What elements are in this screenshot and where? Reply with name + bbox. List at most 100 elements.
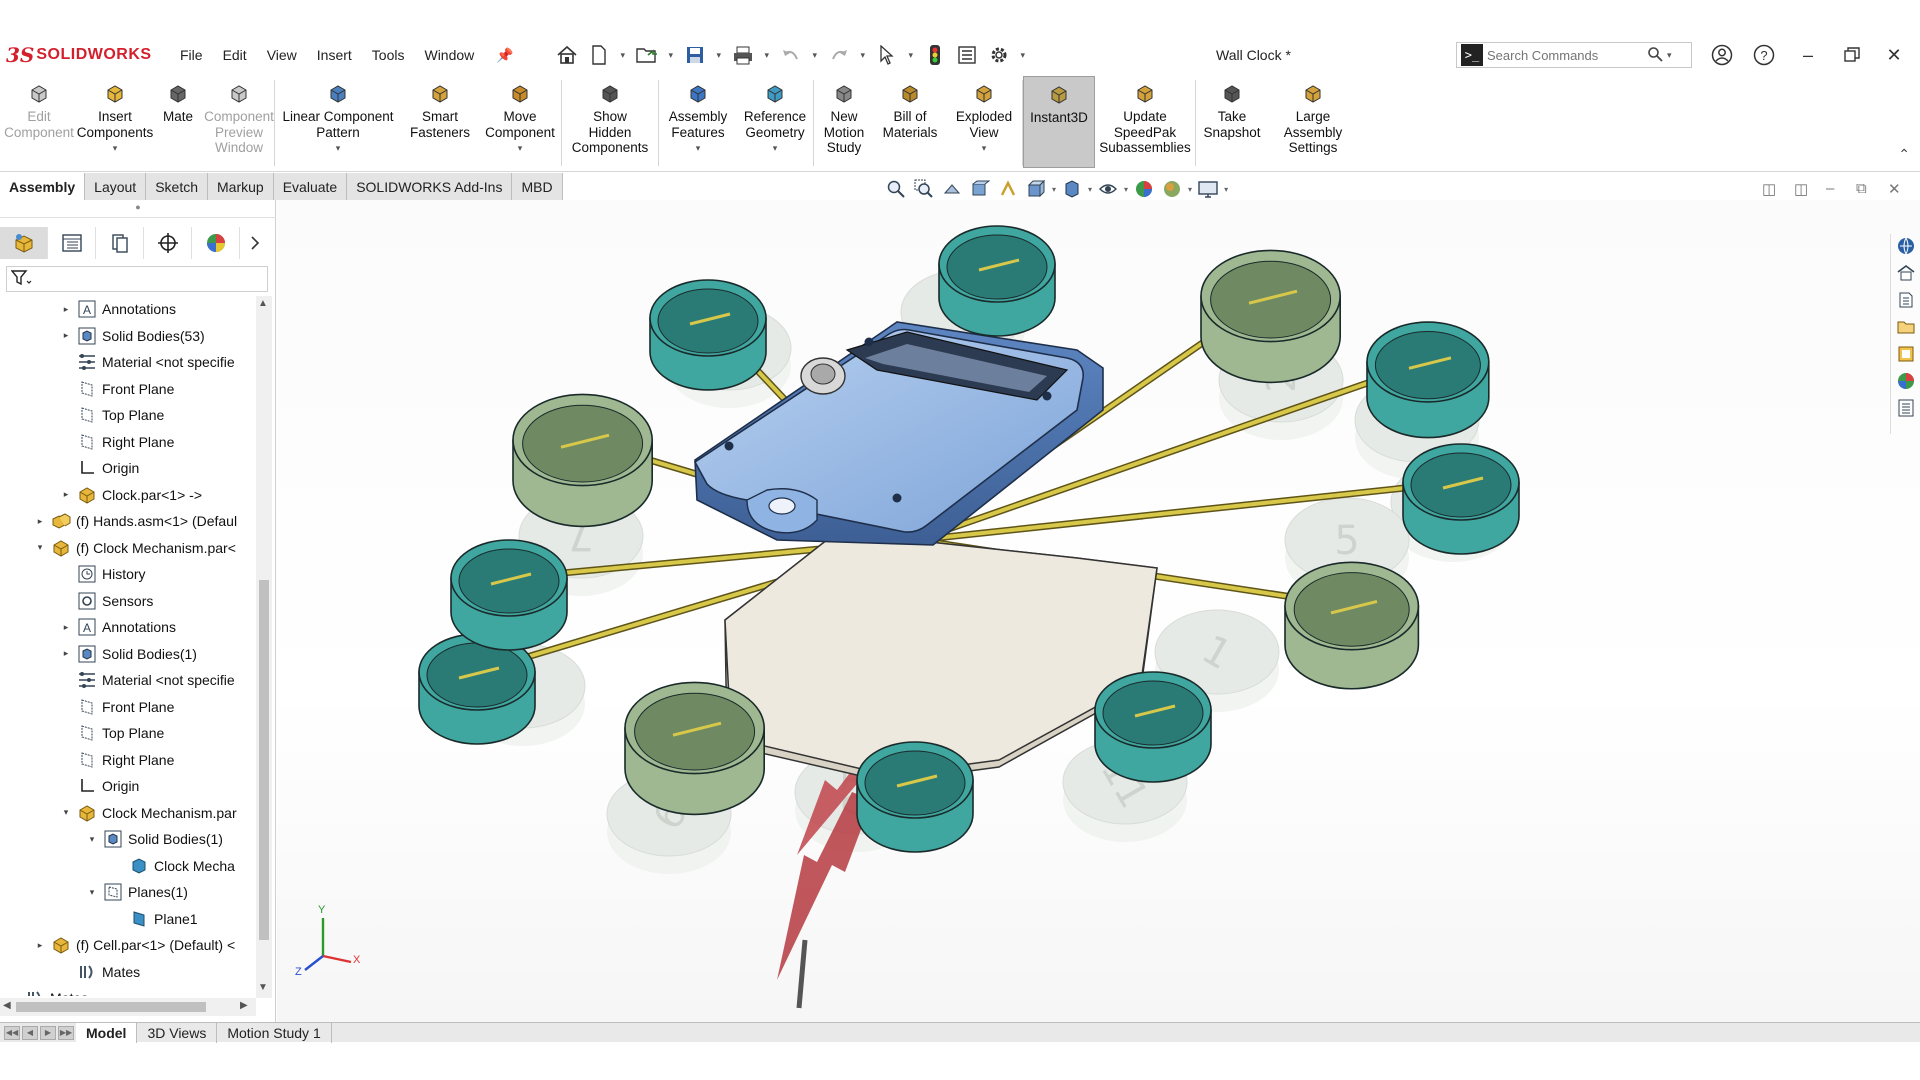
- scroll-up-icon[interactable]: ▲: [258, 298, 268, 309]
- menu-view[interactable]: View: [257, 47, 307, 63]
- tree-item[interactable]: ▾ Solid Bodies(1): [86, 826, 223, 852]
- tree-item[interactable]: Mates: [60, 959, 140, 985]
- menu-tools[interactable]: Tools: [362, 47, 415, 63]
- expand-arrow-icon[interactable]: ▸: [60, 622, 72, 633]
- options-dropdown-icon[interactable]: ▾: [1018, 50, 1028, 61]
- take-snapshot-button[interactable]: Take Snapshot: [1196, 76, 1268, 168]
- previous-tab-icon[interactable]: ◀: [22, 1025, 38, 1040]
- new-dropdown-icon[interactable]: ▾: [618, 50, 628, 61]
- zoom-to-area-icon[interactable]: [912, 178, 936, 200]
- apply-scene-icon[interactable]: [1160, 178, 1184, 200]
- view-settings-dropdown-icon[interactable]: ▾: [1224, 185, 1228, 194]
- featuremanager-tree-icon[interactable]: [0, 227, 48, 259]
- previous-view-icon[interactable]: [940, 178, 964, 200]
- clock-cup[interactable]: [649, 279, 767, 391]
- clock-cup[interactable]: [1284, 561, 1420, 690]
- tree-item[interactable]: Material <not specifie: [60, 349, 235, 375]
- tab-assembly[interactable]: Assembly: [0, 173, 86, 200]
- expand-arrow-icon[interactable]: ▸: [34, 940, 46, 951]
- dropdown-arrow-icon[interactable]: ▾: [696, 141, 701, 157]
- tab-motion-study-1[interactable]: Motion Study 1: [217, 1022, 332, 1043]
- select-dropdown-icon[interactable]: ▾: [906, 50, 916, 61]
- search-commands-input[interactable]: [1487, 47, 1647, 63]
- new-motion-study-button[interactable]: New Motion Study: [814, 76, 874, 168]
- menu-insert[interactable]: Insert: [307, 47, 362, 63]
- tree-item[interactable]: Mates: [8, 985, 88, 996]
- zoom-to-fit-icon[interactable]: [884, 178, 908, 200]
- configurationmanager-icon[interactable]: [96, 227, 144, 259]
- tree-vertical-scrollbar[interactable]: ▲ ▼: [256, 296, 272, 998]
- save-dropdown-icon[interactable]: ▾: [714, 50, 724, 61]
- viewport-restore-icon[interactable]: ⧉: [1856, 180, 1867, 197]
- tab-solidworks-addins[interactable]: SOLIDWORKS Add-Ins: [347, 173, 513, 200]
- tree-item[interactable]: ▸ (f) Hands.asm<1> (Defaul: [34, 508, 237, 534]
- tree-item[interactable]: Origin: [60, 455, 139, 481]
- solidworks-logo[interactable]: 3S SOLIDWORKS: [6, 43, 166, 67]
- view-orientation-dropdown-icon[interactable]: ▾: [1052, 185, 1056, 194]
- help-icon[interactable]: ?: [1748, 40, 1780, 70]
- close-icon[interactable]: ✕: [1878, 40, 1910, 70]
- collapse-arrow-icon[interactable]: ▾: [34, 542, 46, 553]
- clock-cup[interactable]: [1366, 321, 1490, 439]
- save-icon[interactable]: [682, 42, 708, 68]
- clock-cup[interactable]: [1200, 249, 1341, 384]
- tree-item[interactable]: History: [60, 561, 146, 587]
- tab-evaluate[interactable]: Evaluate: [273, 173, 348, 200]
- dropdown-arrow-icon[interactable]: ▾: [336, 141, 341, 157]
- tree-horizontal-scrollbar[interactable]: ◀ ▶: [0, 998, 256, 1016]
- scroll-right-icon[interactable]: ▶: [240, 1000, 248, 1011]
- open-dropdown-icon[interactable]: ▾: [666, 50, 676, 61]
- restore-icon[interactable]: [1836, 40, 1868, 70]
- search-commands-box[interactable]: >_ ▾: [1456, 42, 1692, 68]
- search-icon[interactable]: [1647, 46, 1663, 65]
- assembly-features-button[interactable]: Assembly Features ▾: [659, 76, 737, 168]
- scroll-left-icon[interactable]: ◀: [3, 1000, 11, 1011]
- edit-component-button[interactable]: Edit Component: [0, 76, 78, 168]
- update-speedpak-subassemblies-button[interactable]: Update SpeedPak Subassemblies: [1095, 76, 1195, 168]
- insert-components-button[interactable]: Insert Components ▾: [77, 76, 153, 168]
- clock-assembly-model[interactable]: 76243511110987: [277, 200, 1920, 1022]
- tab-mbd[interactable]: MBD: [512, 173, 563, 200]
- clock-cup[interactable]: [938, 225, 1056, 337]
- propertymanager-icon[interactable]: [48, 227, 96, 259]
- panel-splitter[interactable]: ●: [0, 200, 276, 218]
- tree-item[interactable]: ▸ Solid Bodies(53): [60, 323, 205, 349]
- clock-cup[interactable]: [856, 741, 974, 853]
- tree-scroll-thumb[interactable]: [259, 580, 269, 940]
- clock-cup[interactable]: [624, 681, 765, 816]
- smart-fasteners-button[interactable]: Smart Fasteners: [401, 76, 479, 168]
- display-style-dropdown-icon[interactable]: ▾: [1088, 185, 1092, 194]
- mate-button[interactable]: Mate: [152, 76, 204, 168]
- tree-item[interactable]: Front Plane: [60, 376, 174, 402]
- undo-dropdown-icon[interactable]: ▾: [810, 50, 820, 61]
- tab-markup[interactable]: Markup: [208, 173, 274, 200]
- tree-item[interactable]: Top Plane: [60, 720, 164, 746]
- print-icon[interactable]: [730, 42, 756, 68]
- design-library-icon[interactable]: [1893, 261, 1919, 285]
- expand-arrow-icon[interactable]: ▸: [60, 330, 72, 341]
- file-properties-icon[interactable]: [954, 42, 980, 68]
- tree-item[interactable]: ▸ A Annotations: [60, 614, 176, 640]
- section-view-icon[interactable]: [968, 178, 992, 200]
- pin-icon[interactable]: 📌: [486, 47, 523, 64]
- tree-item[interactable]: ▾ (f) Clock Mechanism.par<: [34, 535, 236, 561]
- tree-item[interactable]: ▸ A Annotations: [60, 296, 176, 322]
- collapse-ribbon-icon[interactable]: ⌃: [1898, 146, 1910, 163]
- options-gear-icon[interactable]: [986, 42, 1012, 68]
- tree-item[interactable]: ▸ Clock.par<1> ->: [60, 482, 202, 508]
- new-document-icon[interactable]: [586, 42, 612, 68]
- tab-model[interactable]: Model: [76, 1022, 138, 1043]
- graphics-area[interactable]: 76243511110987: [277, 200, 1920, 1022]
- viewport-minimize-icon[interactable]: –: [1826, 180, 1834, 197]
- print-dropdown-icon[interactable]: ▾: [762, 50, 772, 61]
- dropdown-arrow-icon[interactable]: ▾: [982, 141, 987, 157]
- linear-component-pattern-button[interactable]: Linear Component Pattern ▾: [275, 76, 401, 168]
- large-assembly-settings-button[interactable]: Large Assembly Settings: [1268, 76, 1358, 168]
- home-icon[interactable]: [554, 42, 580, 68]
- tree-item[interactable]: Front Plane: [60, 694, 174, 720]
- instant3d-button[interactable]: Instant3D: [1023, 76, 1095, 168]
- custom-properties-icon[interactable]: [1893, 396, 1919, 420]
- clock-cup[interactable]: [512, 393, 653, 528]
- display-style-icon[interactable]: [1060, 178, 1084, 200]
- view-settings-icon[interactable]: [1196, 178, 1220, 200]
